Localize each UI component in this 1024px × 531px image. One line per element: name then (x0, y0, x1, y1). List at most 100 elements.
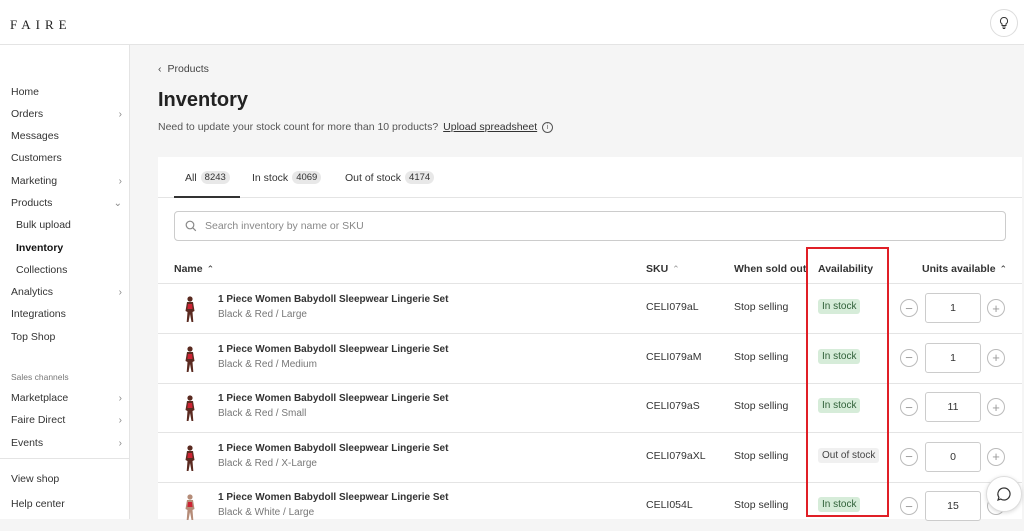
chevron-right-icon: › (118, 414, 122, 426)
product-name[interactable]: 1 Piece Women Babydoll Sleepwear Lingeri… (218, 344, 448, 355)
sidebar-item-view-shop[interactable]: View shop (11, 469, 126, 489)
sku-value: CELI079aM (646, 350, 702, 363)
increase-units-button[interactable]: + (987, 348, 1005, 367)
tab-label: All (185, 171, 197, 184)
units-input[interactable] (925, 342, 981, 373)
sidebar-item-label: Products (11, 197, 53, 209)
sidebar-item-label: Help center (11, 498, 65, 510)
column-header-units[interactable]: Units available ⌃ (922, 263, 1007, 275)
chat-bubble-icon (997, 487, 1011, 501)
sidebar-item-events[interactable]: Events › (11, 433, 126, 453)
sidebar-item-customers[interactable]: Customers (11, 148, 126, 168)
decrease-units-button[interactable]: − (900, 398, 918, 416)
decrease-units-button[interactable]: − (900, 497, 918, 515)
when-sold-out-value: Stop selling (734, 301, 789, 313)
sidebar-item-label: Top Shop (11, 331, 56, 343)
sort-up-icon: ⌃ (999, 263, 1008, 274)
product-thumbnail[interactable] (182, 444, 198, 474)
tab-out-of-stock[interactable]: Out of stock 4174 (345, 171, 435, 184)
decrease-units-button[interactable]: − (900, 348, 918, 367)
sidebar-item-orders[interactable]: Orders › (11, 104, 126, 124)
chevron-right-icon: › (118, 108, 122, 120)
sidebar-item-collections[interactable]: Collections (16, 260, 126, 280)
sku-value: CELI079aS (646, 400, 700, 412)
product-variant: Black & White / Large (218, 507, 315, 518)
breadcrumb[interactable]: ‹ Products (158, 63, 209, 75)
table-row: 1 Piece Women Babydoll Sleepwear Lingeri… (158, 383, 1022, 432)
chevron-right-icon: › (118, 175, 122, 187)
breadcrumb-products[interactable]: Products (168, 63, 209, 75)
when-sold-out-value: Stop selling (734, 350, 789, 363)
sidebar-item-label: Orders (11, 108, 44, 120)
product-thumbnail[interactable] (182, 394, 198, 424)
search-input[interactable] (205, 220, 905, 232)
search-icon (185, 220, 197, 232)
sidebar-item-label: Faire Direct (11, 414, 66, 426)
increase-units-button[interactable]: + (987, 398, 1005, 416)
sidebar-item-faire-direct[interactable]: Faire Direct › (11, 410, 126, 430)
table-row: 1 Piece Women Babydoll Sleepwear Lingeri… (158, 433, 1022, 482)
tab-label: Out of stock (345, 171, 402, 184)
tab-all[interactable]: All 8243 (185, 171, 230, 184)
units-input[interactable] (925, 392, 981, 422)
decrease-units-button[interactable]: − (900, 299, 918, 317)
when-sold-out-value: Stop selling (734, 400, 789, 412)
sidebar-item-label: Events (11, 437, 44, 449)
column-header-sku[interactable]: SKU ⌃ (646, 263, 680, 275)
column-header-name[interactable]: Name ⌃ (174, 263, 214, 275)
sidebar-item-inventory[interactable]: Inventory (16, 238, 126, 258)
product-variant: Black & Red / Small (218, 408, 307, 419)
units-input[interactable] (925, 441, 981, 472)
tab-count-badge: 4069 (292, 171, 322, 184)
faire-logo[interactable]: FAIRE (10, 17, 72, 33)
sku-value: CELI054L (646, 499, 693, 511)
sidebar-item-integrations[interactable]: Integrations (11, 304, 126, 324)
search-box[interactable] (174, 211, 1006, 241)
when-sold-out-value: Stop selling (734, 449, 789, 462)
upload-spreadsheet-link[interactable]: Upload spreadsheet (443, 121, 537, 133)
column-header-when-sold-out: When sold out (734, 263, 807, 275)
product-name[interactable]: 1 Piece Women Babydoll Sleepwear Lingeri… (218, 443, 448, 454)
sidebar-item-home[interactable]: Home (11, 82, 126, 102)
sidebar-item-messages[interactable]: Messages (11, 126, 126, 146)
decrease-units-button[interactable]: − (900, 447, 918, 466)
sort-up-icon: ⌃ (672, 263, 680, 274)
product-name[interactable]: 1 Piece Women Babydoll Sleepwear Lingeri… (218, 393, 448, 404)
tab-in-stock[interactable]: In stock 4069 (252, 171, 322, 184)
sidebar-item-products[interactable]: Products ⌄ (11, 193, 126, 213)
sidebar-item-top-shop[interactable]: Top Shop (11, 327, 126, 347)
sidebar-item-label: Home (11, 86, 40, 98)
page-subtitle: Need to update your stock count for more… (158, 121, 554, 133)
subtitle-text: Need to update your stock count for more… (158, 121, 439, 133)
sidebar-item-label: Analytics (11, 286, 54, 298)
product-thumbnail[interactable] (182, 295, 198, 325)
chevron-down-icon: ⌄ (113, 197, 122, 209)
increase-units-button[interactable]: + (987, 447, 1005, 466)
sidebar-item-label: Marketing (11, 175, 58, 187)
sales-channels-label: Sales channels (11, 372, 69, 382)
chat-button[interactable] (986, 476, 1022, 512)
when-sold-out-value: Stop selling (734, 499, 789, 511)
product-name[interactable]: 1 Piece Women Babydoll Sleepwear Lingeri… (218, 294, 448, 305)
product-thumbnail[interactable] (182, 345, 198, 375)
sidebar-item-analytics[interactable]: Analytics › (11, 282, 126, 302)
product-name[interactable]: 1 Piece Women Babydoll Sleepwear Lingeri… (218, 492, 448, 503)
lightbulb-icon[interactable] (990, 9, 1018, 37)
sort-up-icon: ⌃ (206, 263, 215, 274)
increase-units-button[interactable]: + (987, 299, 1005, 317)
sidebar-item-marketing[interactable]: Marketing › (11, 171, 126, 191)
info-icon[interactable]: i (542, 121, 554, 133)
chevron-left-icon: ‹ (158, 63, 162, 75)
table-row: 1 Piece Women Babydoll Sleepwear Lingeri… (158, 482, 1022, 531)
sidebar-item-label: View shop (11, 473, 60, 485)
sidebar-item-help-center[interactable]: Help center (11, 494, 126, 514)
sidebar-item-marketplace[interactable]: Marketplace › (11, 388, 126, 408)
product-variant: Black & Red / Medium (218, 358, 317, 370)
chevron-right-icon: › (118, 392, 122, 404)
inventory-card: All8243 In stock4069 Out of stock4174 Name… (158, 157, 1022, 521)
sidebar-item-label: Collections (16, 264, 68, 276)
units-input[interactable] (925, 491, 981, 521)
chevron-right-icon: › (118, 437, 122, 449)
units-input[interactable] (925, 293, 981, 323)
sidebar-item-bulk-upload[interactable]: Bulk upload (16, 215, 126, 235)
